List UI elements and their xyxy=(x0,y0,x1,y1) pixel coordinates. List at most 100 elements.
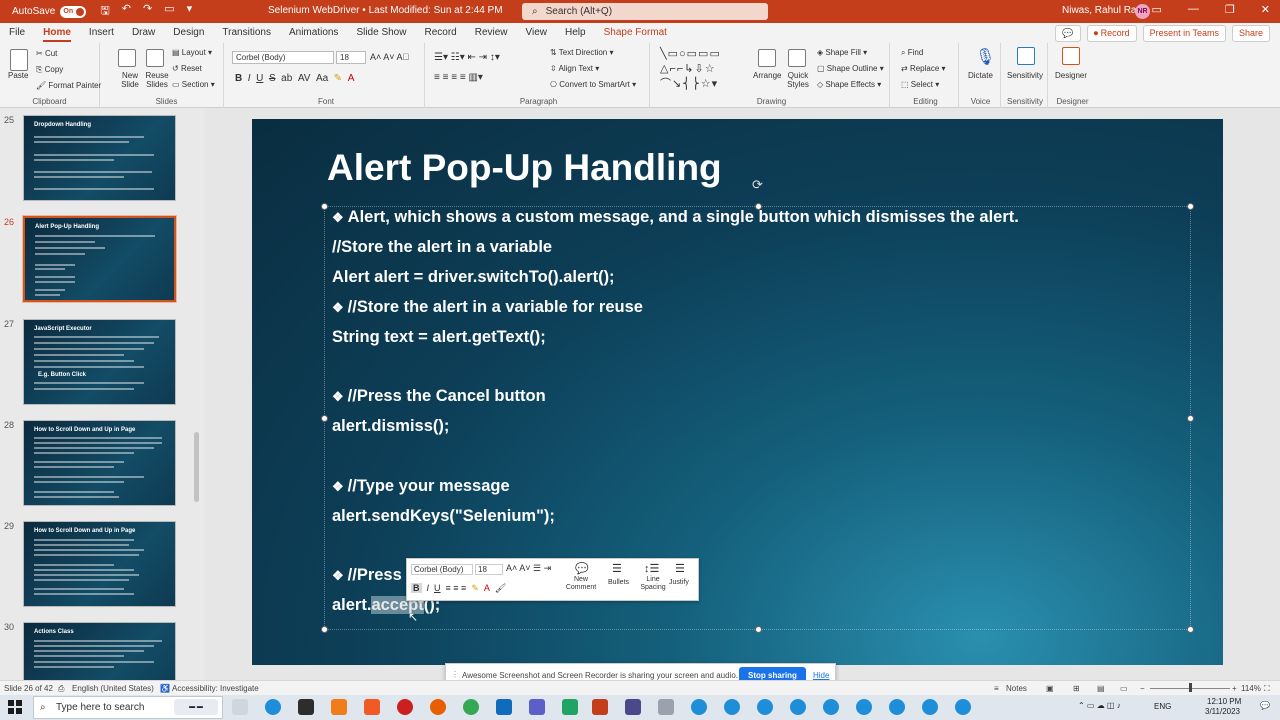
slide-thumbnail[interactable]: Actions Class xyxy=(23,622,176,680)
save-icon[interactable]: 🖫 xyxy=(100,2,109,21)
language-indicator[interactable]: English (United States) xyxy=(72,684,154,693)
slide-thumbnail[interactable]: How to Scroll Down and Up in Page xyxy=(23,420,176,506)
resize-handle[interactable] xyxy=(1187,415,1194,422)
shape-effects-button[interactable]: ◇ Shape Effects ▾ xyxy=(817,80,881,89)
mini-format-icons[interactable]: B I U ≡ ≡ ≡ ✎ A 🖌 xyxy=(411,583,506,594)
slide-line[interactable]: ❖ Alert, which shows a custom message, an… xyxy=(332,208,1019,227)
slide-thumbnail[interactable]: How to Scroll Down and Up in Page xyxy=(23,521,176,607)
undo-icon[interactable]: ↶ xyxy=(122,2,131,21)
tab-draw[interactable]: Draw xyxy=(123,23,164,43)
tab-home[interactable]: Home xyxy=(34,23,80,43)
smartart-button[interactable]: ⎔ Convert to SmartArt ▾ xyxy=(550,80,636,89)
resize-handle[interactable] xyxy=(1187,626,1194,633)
shape-outline-button[interactable]: ▢ Shape Outline ▾ xyxy=(817,64,884,73)
brave-icon[interactable] xyxy=(364,699,380,715)
slide-thumbnail[interactable]: JavaScript Executor E.g. Button Click xyxy=(23,319,176,405)
ribbon-display-icon[interactable]: ▭ xyxy=(1152,3,1162,16)
minimize-icon[interactable]: — xyxy=(1188,3,1199,16)
dictate-button[interactable]: Dictate xyxy=(968,71,993,80)
present-teams-button[interactable]: Present in Teams xyxy=(1142,25,1226,42)
tab-view[interactable]: View xyxy=(517,23,557,43)
line-spacing-button[interactable]: Line Spacing xyxy=(638,576,668,592)
reuse-slides-icon[interactable] xyxy=(146,49,164,67)
scrollbar-thumb[interactable] xyxy=(194,432,199,502)
slide-canvas[interactable]: Alert Pop-Up Handling ⟳ ❖ Alert, which sh… xyxy=(252,119,1223,665)
mini-size-dropdown[interactable]: 18 xyxy=(475,564,503,575)
slideshow-icon[interactable]: ▭ xyxy=(1120,684,1128,693)
designer-button[interactable]: Designer xyxy=(1055,71,1087,80)
search-box[interactable]: ⌕ Search (Alt+Q) xyxy=(522,3,768,20)
fit-slide-icon[interactable]: ⛶ xyxy=(1264,684,1270,694)
layout-button[interactable]: ▤ Layout ▾ xyxy=(172,48,212,57)
line-spacing-icon[interactable]: ↕☰ xyxy=(644,562,659,575)
quick-styles-button[interactable]: Quick Styles xyxy=(784,71,812,89)
align-text-button[interactable]: ⇳ Align Text ▾ xyxy=(550,64,599,73)
tab-slide-show[interactable]: Slide Show xyxy=(347,23,415,43)
replace-button[interactable]: ⇄ Replace ▾ xyxy=(901,64,946,73)
slide-thumbnail-selected[interactable]: Alert Pop-Up Handling xyxy=(22,215,177,303)
slide-line[interactable]: ❖//Type your message xyxy=(332,477,510,496)
font-size-dropdown[interactable]: 18 xyxy=(336,51,366,64)
slide-line[interactable]: //Store the alert in a variable xyxy=(332,238,552,257)
chrome-icon[interactable] xyxy=(463,699,479,715)
new-comment-button[interactable]: New Comment xyxy=(565,576,597,592)
view-reading-icon[interactable]: ▤ xyxy=(1097,684,1105,693)
edge-icon[interactable] xyxy=(790,699,806,715)
reset-button[interactable]: ↺ Reset xyxy=(172,64,202,73)
zoom-level[interactable]: 114% xyxy=(1241,684,1261,693)
customize-icon[interactable]: ▾ xyxy=(187,2,193,21)
resize-handle[interactable] xyxy=(321,626,328,633)
designer-icon[interactable] xyxy=(1062,47,1080,65)
notes-button[interactable]: Notes xyxy=(1006,684,1027,693)
slide-line[interactable]: Alert alert = driver.switchTo().alert(); xyxy=(332,268,615,287)
align-icons[interactable]: ≡ ≡ ≡ ≡ ▥▾ xyxy=(434,72,483,83)
zoom-slider-thumb[interactable] xyxy=(1189,683,1192,692)
sensitivity-icon[interactable] xyxy=(1017,47,1035,65)
hide-link[interactable]: Hide xyxy=(813,671,829,680)
resize-handle[interactable] xyxy=(755,626,762,633)
mini-font-dropdown[interactable]: Corbel (Body) xyxy=(411,564,473,575)
text-direction-button[interactable]: ⇅ Text Direction ▾ xyxy=(550,48,614,57)
font-format-icons[interactable]: B I U S ab AV Aa ✎ A xyxy=(235,73,354,84)
edge-icon[interactable] xyxy=(922,699,938,715)
format-painter-button[interactable]: 🖌 Format Painter xyxy=(36,81,101,90)
restore-icon[interactable]: ❐ xyxy=(1225,3,1235,16)
new-slide-button[interactable]: New Slide xyxy=(116,71,144,89)
zoom-out-icon[interactable]: − xyxy=(1140,684,1145,693)
slide-line[interactable]: alert.sendKeys("Selenium"); xyxy=(332,507,555,526)
proofing-icon[interactable]: ⎙ xyxy=(58,684,64,694)
record-button[interactable]: ⏺ Record xyxy=(1086,25,1137,42)
tab-file[interactable]: File xyxy=(0,23,34,43)
powerpoint-icon[interactable] xyxy=(592,699,608,715)
edge-icon[interactable] xyxy=(265,699,281,715)
edge-icon[interactable] xyxy=(691,699,707,715)
thumbnail-scrollbar[interactable] xyxy=(193,112,201,672)
view-normal-icon[interactable]: ▣ xyxy=(1046,684,1054,693)
cut-button[interactable]: ✂ Cut xyxy=(36,49,57,58)
edge-icon[interactable] xyxy=(724,699,740,715)
rotate-handle-icon[interactable]: ⟳ xyxy=(752,177,763,193)
shape-fill-button[interactable]: ◈ Shape Fill ▾ xyxy=(817,48,867,57)
copy-button[interactable]: ⎘ Copy xyxy=(36,65,63,75)
slide-line[interactable]: alert.dismiss(); xyxy=(332,417,449,436)
app-icon[interactable] xyxy=(658,699,674,715)
slide-line[interactable]: ❖//Press xyxy=(332,566,402,585)
slide-title[interactable]: Alert Pop-Up Handling xyxy=(327,147,722,189)
clock-time[interactable]: 12:10 PM xyxy=(1207,697,1241,706)
tab-animations[interactable]: Animations xyxy=(280,23,347,43)
outlook-icon[interactable] xyxy=(496,699,512,715)
reuse-slides-button[interactable]: Reuse Slides xyxy=(143,71,171,89)
slide-thumbnail[interactable]: Dropdown Handling xyxy=(23,115,176,201)
user-name[interactable]: Niwas, Rahul Ram xyxy=(1062,5,1145,16)
tab-transitions[interactable]: Transitions xyxy=(213,23,280,43)
edge-icon[interactable] xyxy=(889,699,905,715)
notification-icon[interactable]: 💬 xyxy=(1260,701,1270,710)
terminal-icon[interactable] xyxy=(298,699,314,715)
tab-shape-format[interactable]: Shape Format xyxy=(595,23,676,43)
resize-handle[interactable] xyxy=(321,203,328,210)
new-slide-icon[interactable] xyxy=(118,49,136,67)
paste-icon[interactable] xyxy=(10,49,28,71)
resize-handle[interactable] xyxy=(321,415,328,422)
arrange-icon[interactable] xyxy=(758,49,776,67)
slide-line[interactable]: String text = alert.getText(); xyxy=(332,328,546,347)
